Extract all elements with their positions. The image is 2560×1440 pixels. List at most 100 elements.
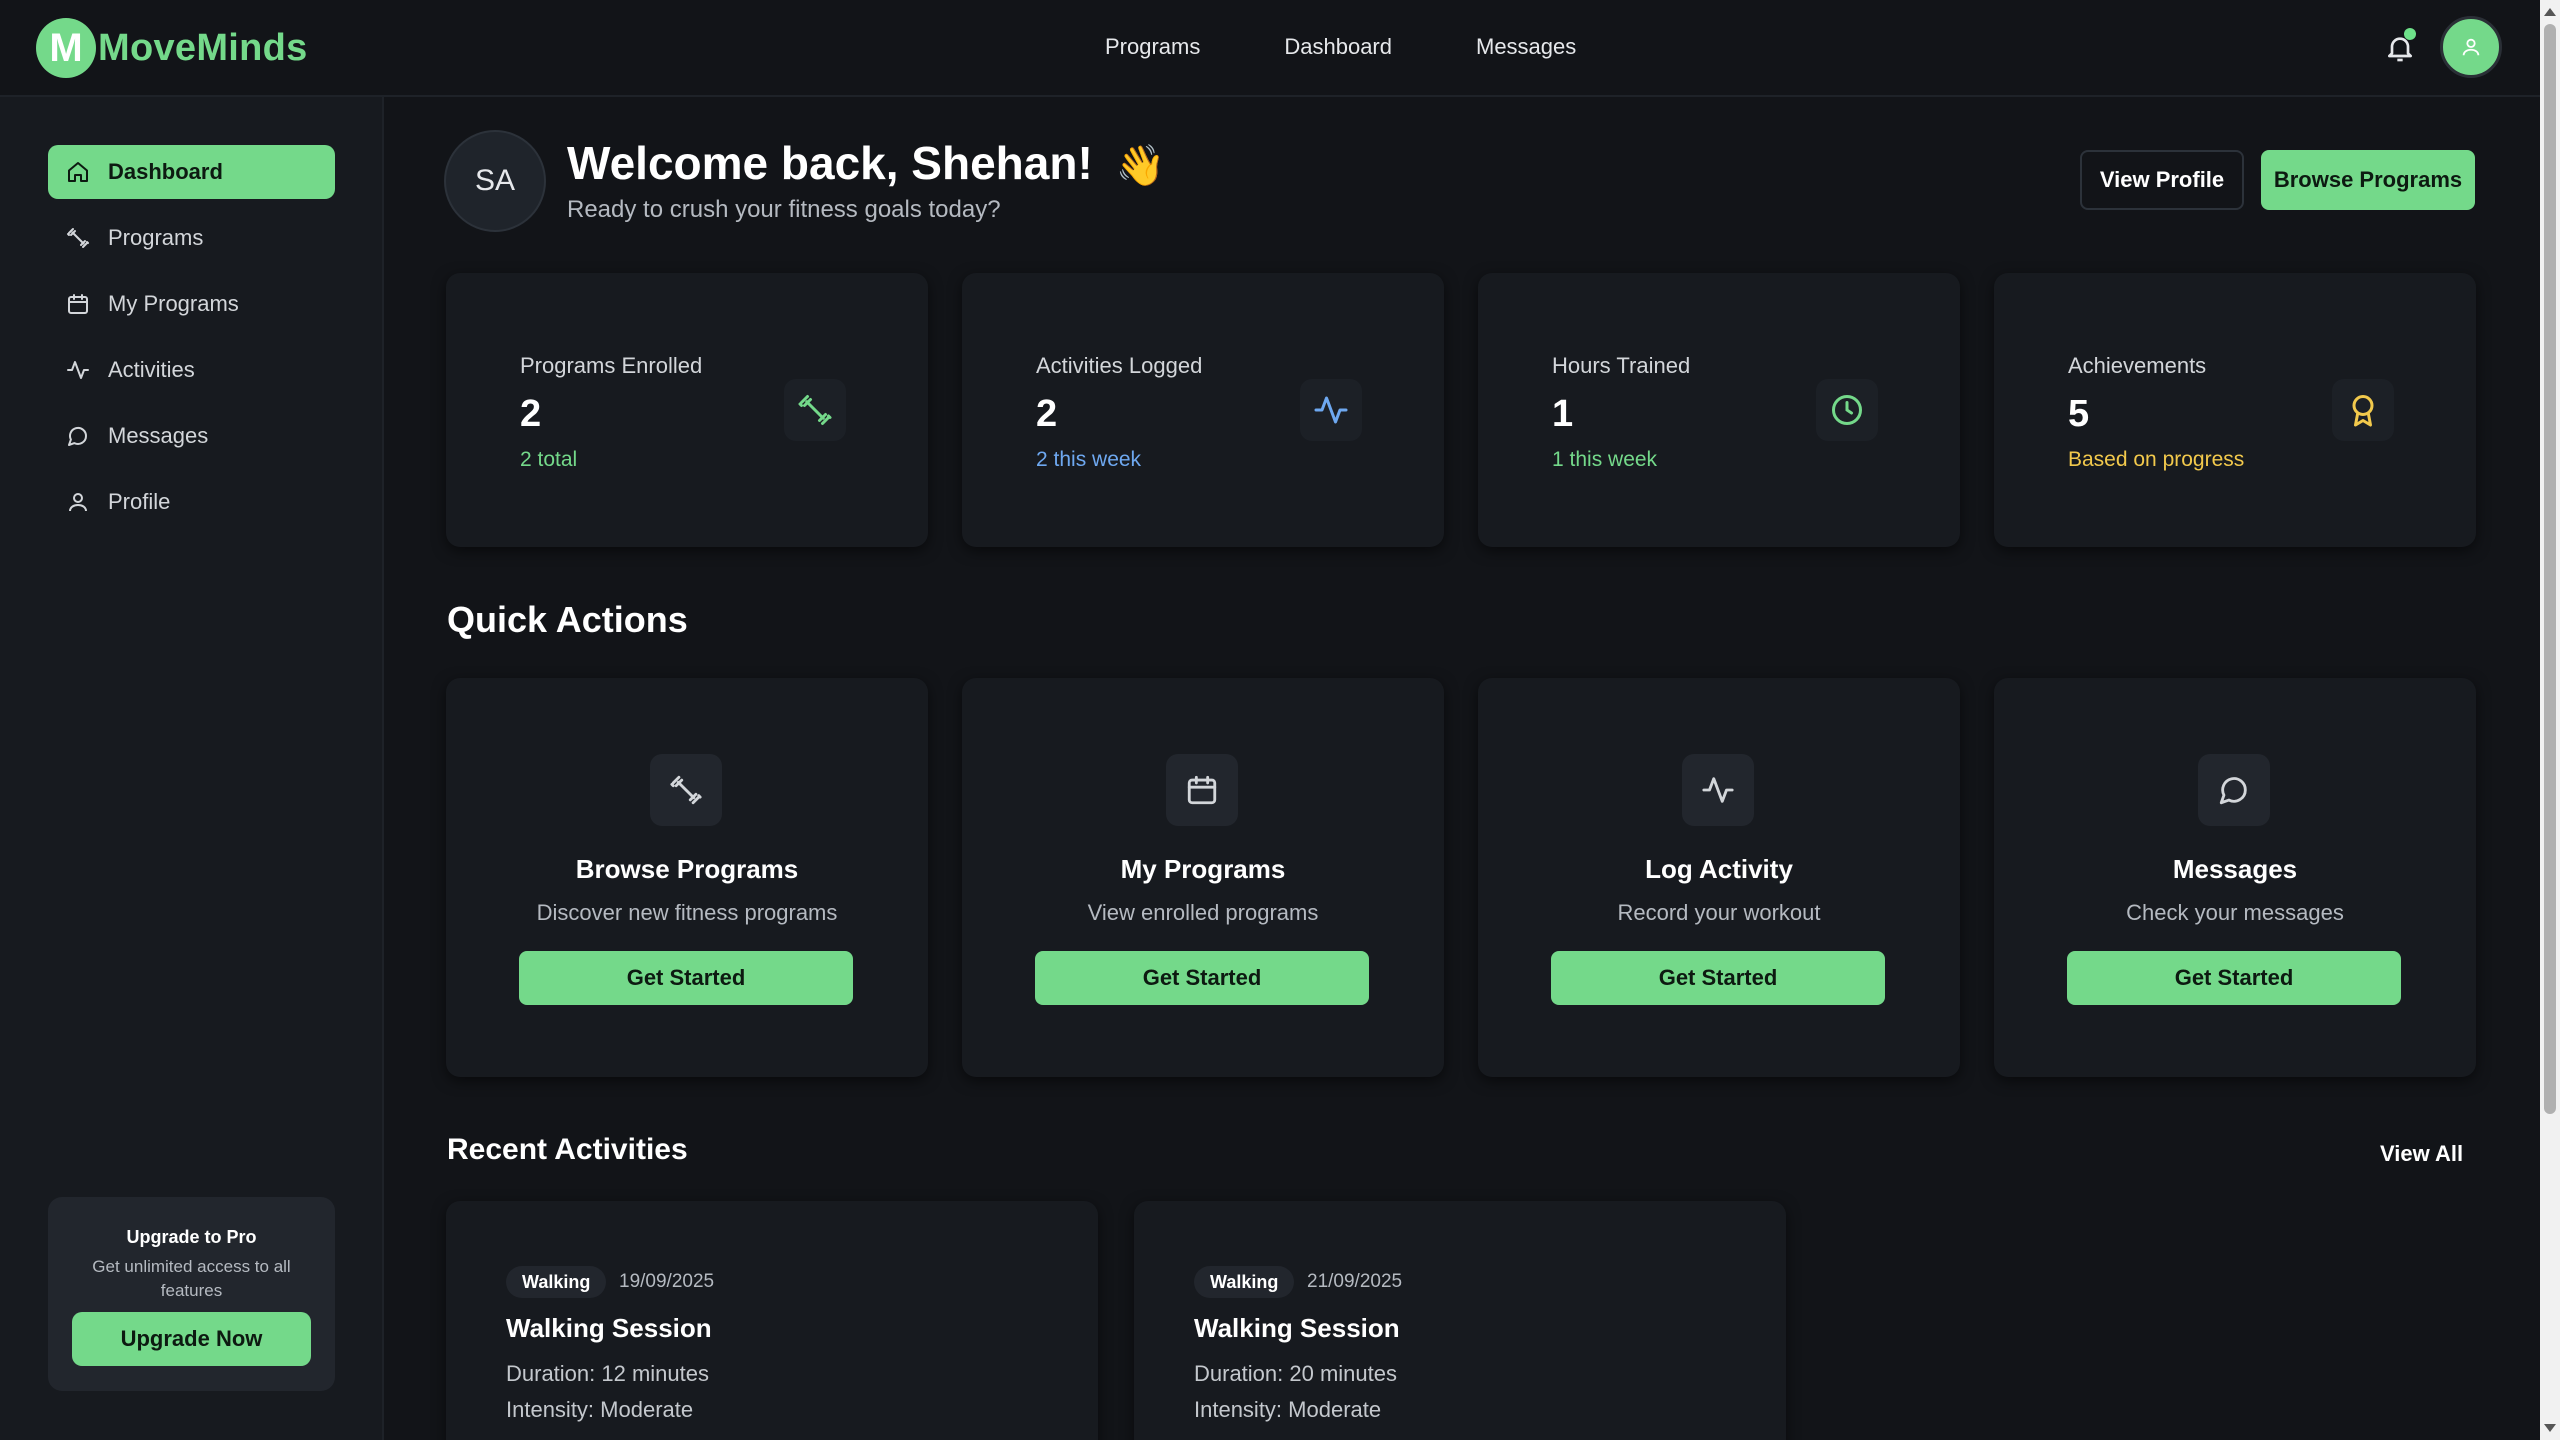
page-subtitle: Ready to crush your fitness goals today? bbox=[567, 196, 1001, 223]
topnav-messages[interactable]: Messages bbox=[1476, 34, 1576, 60]
activity-card[interactable]: Walking 21/09/2025 Walking Session Durat… bbox=[1134, 1201, 1786, 1440]
stat-card-programs-enrolled: Programs Enrolled 2 2 total bbox=[446, 273, 928, 547]
stat-sub: 1 this week bbox=[1552, 448, 1658, 471]
activity-duration: Duration: 12 minutes bbox=[506, 1361, 709, 1386]
get-started-button[interactable]: Get Started bbox=[1035, 951, 1369, 1005]
wave-emoji: 👋 bbox=[1115, 144, 1166, 188]
stat-label: Programs Enrolled bbox=[520, 353, 703, 378]
quick-action-messages: Messages Check your messages Get Started bbox=[1994, 678, 2476, 1077]
page-title: Welcome back, Shehan! 👋 bbox=[567, 136, 1165, 190]
activity-icon bbox=[1300, 379, 1362, 441]
message-icon bbox=[66, 424, 90, 448]
sidebar-item-label: Activities bbox=[108, 357, 195, 382]
stat-card-hours-trained: Hours Trained 1 1 this week bbox=[1478, 273, 1960, 547]
quick-action-log-activity: Log Activity Record your workout Get Sta… bbox=[1478, 678, 1960, 1077]
upgrade-description: Get unlimited access to all features bbox=[92, 1257, 291, 1300]
message-icon bbox=[2198, 754, 2270, 826]
stat-value: 2 bbox=[520, 393, 542, 435]
stat-label: Achievements bbox=[2068, 353, 2207, 378]
sidebar-item-label: My Programs bbox=[108, 291, 239, 316]
upgrade-title: Upgrade to Pro bbox=[126, 1227, 257, 1247]
sidebar-item-programs[interactable]: Programs bbox=[48, 211, 335, 265]
welcome-text: Welcome back, Shehan! bbox=[567, 137, 1093, 189]
sidebar-item-label: Profile bbox=[108, 489, 171, 514]
topnav-dashboard[interactable]: Dashboard bbox=[1284, 34, 1392, 60]
scroll-down-arrow[interactable] bbox=[2544, 1424, 2556, 1432]
quick-action-description: Check your messages bbox=[2126, 900, 2344, 925]
activity-date: 21/09/2025 bbox=[1307, 1271, 1403, 1292]
activity-card[interactable]: Walking 19/09/2025 Walking Session Durat… bbox=[446, 1201, 1098, 1440]
sidebar-item-messages[interactable]: Messages bbox=[48, 409, 335, 463]
get-started-button[interactable]: Get Started bbox=[519, 951, 853, 1005]
stat-sub: 2 this week bbox=[1036, 448, 1142, 471]
activity-type-badge: Walking bbox=[506, 1266, 607, 1298]
view-profile-button[interactable]: View Profile bbox=[2080, 150, 2244, 210]
quick-action-description: Discover new fitness programs bbox=[536, 900, 838, 925]
upgrade-card: Upgrade to Pro Get unlimited access to a… bbox=[48, 1197, 335, 1391]
stat-sub: Based on progress bbox=[2068, 448, 2245, 471]
quick-action-description: Record your workout bbox=[1617, 900, 1821, 925]
sidebar-item-dashboard[interactable]: Dashboard bbox=[48, 145, 335, 199]
logo-mark: M bbox=[36, 18, 96, 78]
dumbbell-icon bbox=[650, 754, 722, 826]
scroll-up-arrow[interactable] bbox=[2544, 8, 2556, 16]
calendar-icon bbox=[66, 292, 90, 316]
quick-action-title: Browse Programs bbox=[575, 854, 799, 884]
app-root: M MoveMinds Programs Dashboard Messages … bbox=[0, 0, 2560, 1440]
sidebar-item-label: Messages bbox=[108, 423, 209, 448]
user-avatar-button[interactable] bbox=[2440, 16, 2502, 78]
stat-card-achievements: Achievements 5 Based on progress bbox=[1994, 273, 2476, 547]
sidebar-item-label: Dashboard bbox=[108, 159, 223, 184]
get-started-button[interactable]: Get Started bbox=[2067, 951, 2401, 1005]
topnav-programs[interactable]: Programs bbox=[1105, 34, 1200, 60]
award-icon bbox=[2332, 379, 2394, 441]
sidebar-item-activities[interactable]: Activities bbox=[48, 343, 335, 397]
stat-sub: 2 total bbox=[520, 448, 578, 471]
sidebar: Dashboard Programs My Programs Activitie… bbox=[0, 97, 384, 1440]
brand-logo[interactable]: M MoveMinds bbox=[36, 18, 308, 78]
recent-activities-title: Recent Activities bbox=[447, 1133, 688, 1166]
dumbbell-icon bbox=[784, 379, 846, 441]
user-icon bbox=[66, 490, 90, 514]
stat-value: 5 bbox=[2068, 393, 2090, 435]
activity-icon bbox=[66, 358, 90, 382]
scroll-thumb[interactable] bbox=[2544, 24, 2556, 1114]
user-icon bbox=[2460, 36, 2482, 58]
stat-value: 1 bbox=[1552, 393, 1574, 435]
calendar-icon bbox=[1166, 754, 1238, 826]
quick-actions-title: Quick Actions bbox=[447, 599, 688, 640]
avatar: SA bbox=[444, 130, 546, 232]
top-bar: M MoveMinds Programs Dashboard Messages bbox=[0, 0, 2540, 97]
notification-dot bbox=[2404, 28, 2416, 40]
activity-intensity: Intensity: Moderate bbox=[1194, 1397, 1382, 1422]
sidebar-item-my-programs[interactable]: My Programs bbox=[48, 277, 335, 331]
clock-icon bbox=[1816, 379, 1878, 441]
stat-card-activities-logged: Activities Logged 2 2 this week bbox=[962, 273, 1444, 547]
stat-value: 2 bbox=[1036, 393, 1058, 435]
activity-title: Walking Session bbox=[506, 1313, 712, 1343]
quick-action-title: Log Activity bbox=[1645, 854, 1793, 884]
sidebar-item-label: Programs bbox=[108, 225, 204, 250]
activity-title: Walking Session bbox=[1194, 1313, 1400, 1343]
view-all-link[interactable]: View All bbox=[2380, 1141, 2463, 1167]
page-scrollbar[interactable] bbox=[2540, 0, 2560, 1440]
home-icon bbox=[66, 160, 90, 184]
activity-intensity: Intensity: Moderate bbox=[506, 1397, 694, 1422]
dumbbell-icon bbox=[66, 226, 90, 250]
quick-action-description: View enrolled programs bbox=[1087, 900, 1319, 925]
upgrade-now-button[interactable]: Upgrade Now bbox=[72, 1312, 311, 1366]
quick-action-my-programs: My Programs View enrolled programs Get S… bbox=[962, 678, 1444, 1077]
stat-label: Hours Trained bbox=[1552, 353, 1691, 378]
stat-label: Activities Logged bbox=[1036, 353, 1203, 378]
activity-date: 19/09/2025 bbox=[619, 1271, 715, 1292]
get-started-button[interactable]: Get Started bbox=[1551, 951, 1885, 1005]
quick-action-title: My Programs bbox=[1120, 854, 1286, 884]
quick-action-title: Messages bbox=[2172, 854, 2298, 884]
activity-icon bbox=[1682, 754, 1754, 826]
sidebar-item-profile[interactable]: Profile bbox=[48, 475, 335, 529]
activity-type-badge: Walking bbox=[1194, 1266, 1295, 1298]
top-nav: Programs Dashboard Messages bbox=[1105, 34, 1660, 60]
quick-action-browse-programs: Browse Programs Discover new fitness pro… bbox=[446, 678, 928, 1077]
brand-name: MoveMinds bbox=[98, 26, 308, 69]
browse-programs-button[interactable]: Browse Programs bbox=[2261, 150, 2475, 210]
